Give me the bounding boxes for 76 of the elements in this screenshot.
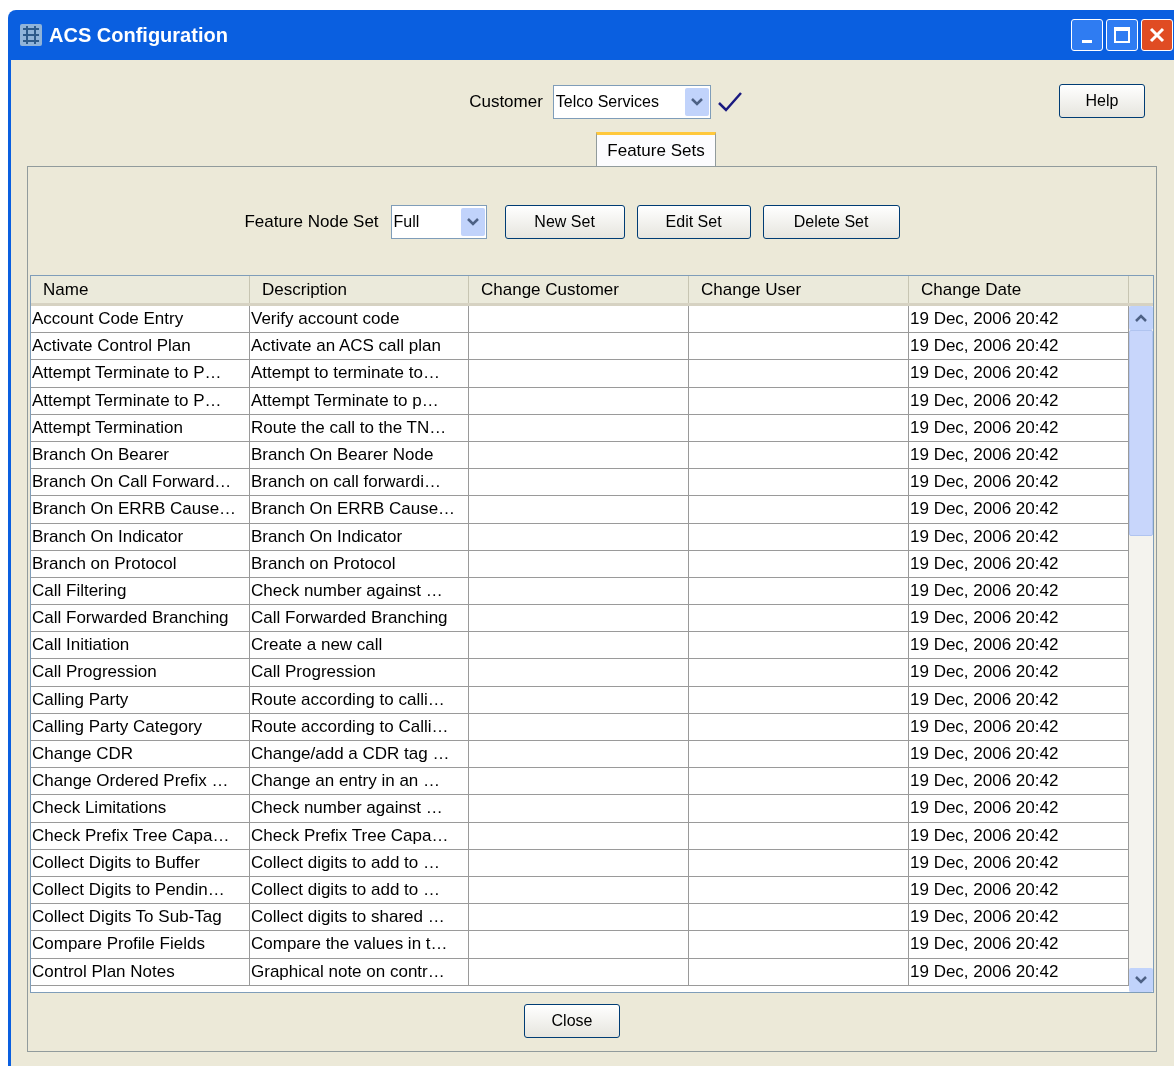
- window-title: ACS Configuration: [49, 23, 229, 48]
- table-cell: Branch On ERRB Cause…: [250, 496, 469, 523]
- customer-dropdown[interactable]: Telco Services: [552, 85, 711, 119]
- table-cell: Change/add a CDR tag …: [250, 741, 469, 768]
- toolbar-button[interactable]: Edit Set: [636, 205, 751, 239]
- table-cell: Collect digits to add to …: [250, 876, 469, 904]
- table-cell: Branch On ERRB Cause…: [31, 496, 250, 523]
- minimize-button[interactable]: [1071, 19, 1103, 51]
- table-cell: Check number against …: [250, 795, 469, 822]
- table-cell: Activate an ACS call plan: [250, 333, 469, 360]
- table-cell: Collect Digits to Pendin…: [31, 876, 250, 904]
- table-cell: Call Forwarded Branching: [31, 605, 250, 632]
- table-cell: Attempt Terminate to P…: [31, 360, 250, 387]
- table-cell: Check number against …: [250, 577, 469, 605]
- table-cell: Create a new call: [250, 632, 469, 659]
- column-header[interactable]: Change User: [689, 276, 909, 303]
- table-cell: Calling Party Category: [31, 713, 250, 740]
- table-cell: Collect digits to shared …: [250, 904, 469, 931]
- tab[interactable]: Feature Sets: [596, 132, 716, 166]
- column-header[interactable]: Change Date: [909, 276, 1129, 303]
- table-cell: Collect digits to add to …: [250, 849, 469, 876]
- table-cell: Route according to Calli…: [250, 713, 469, 740]
- table-cell: Call Forwarded Branching: [250, 605, 469, 632]
- table-cell: Control Plan Notes: [31, 958, 250, 985]
- column-header[interactable]: Change Customer: [469, 276, 689, 303]
- table-cell: Call Progression: [250, 659, 469, 686]
- column-header[interactable]: Description: [250, 276, 469, 303]
- table-cell: Collect Digits to Buffer: [31, 849, 250, 876]
- table-cell: Attempt to terminate to…: [250, 360, 469, 387]
- table-cell: Change an entry in an …: [250, 768, 469, 795]
- scroll-down-icon[interactable]: [1129, 968, 1153, 992]
- table-cell: Change CDR: [31, 741, 250, 768]
- table-cell: Change Ordered Prefix …: [31, 768, 250, 795]
- table-cell: Call Progression: [31, 659, 250, 686]
- table-cell: Graphical note on contr…: [250, 958, 469, 985]
- table-cell: Branch on Protocol: [250, 550, 469, 577]
- scroll-up-icon[interactable]: [1129, 306, 1153, 330]
- table-cell: Check Prefix Tree Capa…: [250, 822, 469, 849]
- scroll-thumb[interactable]: [1129, 330, 1153, 536]
- table-cell: Call Filtering: [31, 577, 250, 605]
- table-cell: Check Limitations: [31, 795, 250, 822]
- scrollbar[interactable]: [1129, 306, 1153, 992]
- table-cell: Check Prefix Tree Capa…: [31, 822, 250, 849]
- table-cell: Branch On Call Forward…: [31, 469, 250, 496]
- table-cell: Route the call to the TN…: [250, 414, 469, 441]
- table-cell: Compare the values in t…: [250, 931, 469, 958]
- toolbar-button[interactable]: New Set: [504, 205, 625, 239]
- maximize-button[interactable]: [1106, 19, 1138, 51]
- checkmark-icon: [716, 91, 743, 113]
- table-cell: Route according to calli…: [250, 686, 469, 713]
- network-app-icon: [19, 23, 43, 47]
- feature-node-set-label: Feature Node Set: [244, 211, 379, 234]
- table-cell: Account Code Entry: [31, 306, 250, 333]
- table-cell: Calling Party: [31, 686, 250, 713]
- toolbar-button[interactable]: Delete Set: [762, 205, 900, 239]
- column-header[interactable]: Name: [31, 276, 250, 303]
- table-cell: Branch On Indicator: [31, 523, 250, 550]
- table-cell: Branch On Indicator: [250, 523, 469, 550]
- feature-node-set-dropdown[interactable]: Full: [390, 205, 487, 239]
- table-cell: Attempt Terminate to P…: [31, 387, 250, 414]
- table-cell: Branch On Bearer Node: [250, 441, 469, 469]
- table-cell: Compare Profile Fields: [31, 931, 250, 958]
- table-cell: Branch on call forwardi…: [250, 469, 469, 496]
- table-cell: Activate Control Plan: [31, 333, 250, 360]
- table-cell: Branch on Protocol: [31, 550, 250, 577]
- table-cell: Verify account code: [250, 306, 469, 333]
- table-cell: Call Initiation: [31, 632, 250, 659]
- help-button[interactable]: Help: [1059, 84, 1145, 118]
- close-button[interactable]: Close: [524, 1004, 620, 1038]
- table-cell: Collect Digits To Sub-Tag: [31, 904, 250, 931]
- table-cell: Attempt Termination: [31, 414, 250, 441]
- close-icon: [1149, 27, 1165, 43]
- table-cell: Branch On Bearer: [31, 441, 250, 469]
- table-cell: Attempt Terminate to p…: [250, 387, 469, 414]
- customer-label: Customer: [469, 91, 543, 114]
- close-window-button[interactable]: [1141, 19, 1173, 51]
